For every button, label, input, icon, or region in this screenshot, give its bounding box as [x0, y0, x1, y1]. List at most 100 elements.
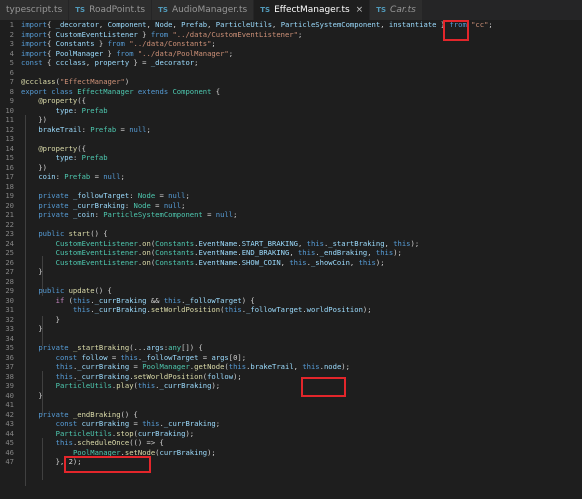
code-line[interactable]: 2 import{ CustomEventListener } from "../…: [0, 30, 582, 40]
code-token: EventName: [198, 238, 238, 248]
code-text: brakeTrail: Prefab = null;: [21, 125, 151, 135]
code-line[interactable]: 16 }): [0, 163, 582, 173]
code-line[interactable]: 8 export class EffectManager extends Comp…: [0, 87, 582, 97]
tab-car-ts[interactable]: TS Car.ts: [370, 0, 423, 20]
code-token: _showCoin: [310, 257, 350, 267]
code-line[interactable]: 22: [0, 220, 582, 230]
code-line[interactable]: 12 brakeTrail: Prefab = null;: [0, 125, 582, 135]
code-token: CustomEventListener: [55, 248, 138, 257]
code-line[interactable]: 37 this._currBraking = PoolManager.getNo…: [0, 362, 582, 372]
line-number: 43: [5, 419, 14, 428]
code-line[interactable]: 42 private _endBraking() {: [0, 410, 582, 420]
code-line[interactable]: 40 }: [0, 391, 582, 401]
code-line[interactable]: 25 CustomEventListener.on(Constants.Even…: [0, 248, 582, 258]
tab-roadpoint-ts[interactable]: TS RoadPoint.ts: [69, 0, 153, 20]
code-token: this: [55, 362, 73, 371]
code-token: this: [228, 362, 247, 371]
code-line[interactable]: 7 @ccclass("EffectManager"): [0, 77, 582, 87]
code-line[interactable]: 33 }: [0, 324, 582, 334]
code-line[interactable]: 18: [0, 182, 582, 192]
code-line[interactable]: 4 import{ PoolManager } from "../data/Poo…: [0, 49, 582, 59]
code-line[interactable]: 41: [0, 400, 582, 410]
code-token: :: [94, 210, 104, 219]
code-line[interactable]: 14 @property({: [0, 144, 582, 154]
code-token: public: [38, 286, 65, 295]
code-token: ;: [488, 20, 493, 29]
code-token: ;: [120, 172, 125, 181]
code-line[interactable]: 34: [0, 334, 582, 344]
code-line[interactable]: 44 ParticleUtils.stop(currBraking);: [0, 429, 582, 439]
code-line[interactable]: 28: [0, 277, 582, 287]
code-token: type: [55, 153, 73, 162]
code-editor[interactable]: 1 import{ _decorator, Component, Node, Pr…: [0, 20, 582, 499]
code-token: _followTarget: [72, 191, 130, 200]
tab-typescript-ts[interactable]: typescript.ts: [0, 0, 70, 20]
code-token: this: [163, 295, 182, 305]
line-number: 1: [9, 20, 14, 29]
code-line[interactable]: 11 }): [0, 115, 582, 125]
code-line[interactable]: 36 const follow = this._followTarget = a…: [0, 353, 582, 363]
code-line[interactable]: 10 type: Prefab: [0, 106, 582, 116]
tab-bar: typescript.ts TS RoadPoint.ts TS AudioManage…: [0, 0, 582, 20]
code-token: ,: [380, 20, 389, 29]
code-token: Constants: [155, 238, 195, 248]
code-token: ParticleUtils: [55, 428, 112, 438]
code-line[interactable]: 20 private _currBraking: Node = null;: [0, 201, 582, 211]
code-line[interactable]: 27 }: [0, 267, 582, 277]
code-line[interactable]: 1 import{ _decorator, Component, Node, Pr…: [0, 20, 582, 30]
code-token: if: [55, 295, 65, 305]
code-text: CustomEventListener.on(Constants.EventNa…: [21, 238, 420, 249]
code-line[interactable]: 38 this._currBraking.setWorldPosition(fo…: [0, 372, 582, 382]
code-token: }: [21, 390, 43, 400]
code-line[interactable]: 45 this.scheduleOnce(() => {: [0, 438, 582, 448]
code-token: );: [362, 305, 372, 314]
code-token: _endBraking: [72, 409, 121, 419]
typescript-file-icon: TS: [75, 6, 86, 14]
code-line[interactable]: 23 public start() {: [0, 229, 582, 239]
code-line[interactable]: 19 private _followTarget: Node = null;: [0, 191, 582, 201]
code-text: this.scheduleOnce(() => {: [21, 438, 164, 448]
code-token: _endBraking: [319, 248, 368, 257]
code-text: CustomEventListener.on(Constants.EventNa…: [21, 248, 402, 258]
code-line[interactable]: 21 private _coin: ParticleSystemComponen…: [0, 210, 582, 220]
code-line[interactable]: 5 const { ccclass, property } = _decorato…: [0, 58, 582, 68]
code-line[interactable]: 39 ParticleUtils.play(this._currBraking)…: [0, 381, 582, 391]
code-line[interactable]: 43 const currBraking = this._currBraking…: [0, 419, 582, 429]
code-line[interactable]: 35 private _startBraking(...args:any[]) …: [0, 343, 582, 353]
code-token: "../data/CustomEventListener": [172, 29, 298, 39]
code-line[interactable]: 26 CustomEventListener.on(Constants.Even…: [0, 258, 582, 268]
code-line[interactable]: 6: [0, 68, 582, 78]
line-number: 26: [5, 257, 14, 267]
code-token: null: [163, 200, 182, 210]
code-token: ,: [384, 238, 394, 248]
code-line[interactable]: 24 CustomEventListener.on(Constants.Even…: [0, 239, 582, 249]
code-line[interactable]: 3 import{ Constants } from "../data/Const…: [0, 39, 582, 49]
code-token: _currBraking: [94, 305, 147, 314]
code-line[interactable]: 31 this._currBraking.setWorldPosition(th…: [0, 305, 582, 315]
highlight-box-cc: [443, 20, 469, 41]
code-line[interactable]: 9 @property({: [0, 96, 582, 106]
code-line[interactable]: 32 }: [0, 315, 582, 325]
code-token: ,: [85, 58, 95, 67]
code-line[interactable]: 15 type: Prefab: [0, 153, 582, 163]
tab-audiomanager-ts[interactable]: TS AudioManager.ts: [152, 0, 255, 20]
code-line[interactable]: 13: [0, 134, 582, 144]
code-token: Component: [172, 86, 212, 96]
close-icon[interactable]: ×: [356, 5, 364, 15]
code-line[interactable]: 29 public update() {: [0, 286, 582, 296]
code-line[interactable]: 30 if (this._currBraking && this._follow…: [0, 296, 582, 306]
code-token: ): [124, 77, 130, 86]
line-number: 9: [9, 96, 14, 105]
tab-effectmanager-ts[interactable]: TS EffectManager.ts ×: [254, 0, 371, 20]
code-line[interactable]: 17 coin: Prefab = null;: [0, 172, 582, 182]
code-token: &&: [146, 295, 164, 305]
code-token: END_BRAKING: [241, 248, 290, 257]
line-number: 32: [5, 314, 14, 324]
code-token: this: [393, 238, 411, 248]
line-number: 13: [5, 134, 14, 143]
code-token: ParticleUtils: [215, 20, 273, 29]
